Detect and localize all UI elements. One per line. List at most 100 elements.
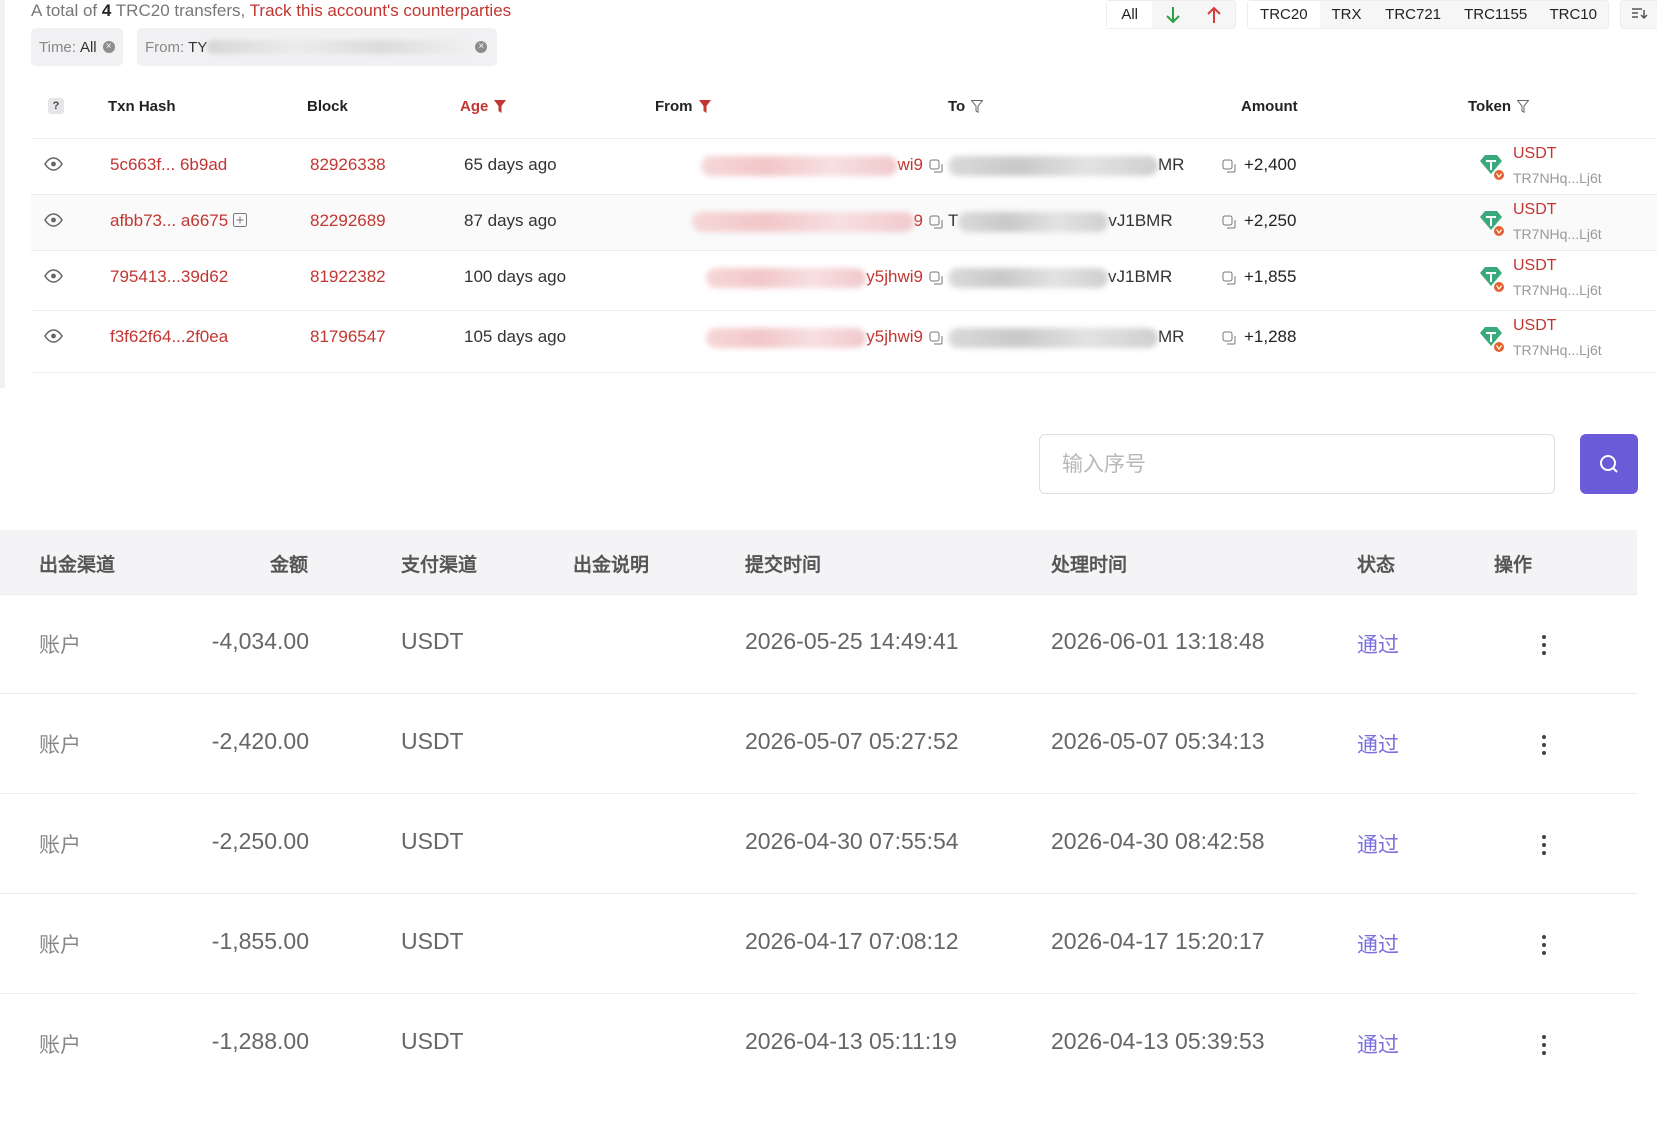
- table-row[interactable]: 5c663f... 6b9ad 82926338 65 days ago wi9…: [31, 138, 1657, 194]
- clear-time-filter-icon[interactable]: ×: [102, 41, 115, 53]
- expand-icon[interactable]: [232, 213, 247, 227]
- filter-active-icon[interactable]: [698, 100, 711, 113]
- direction-in[interactable]: [1152, 1, 1193, 28]
- payment-channel: USDT: [401, 1028, 464, 1054]
- col-to: To: [948, 98, 966, 115]
- copy-icon[interactable]: [929, 215, 944, 230]
- tab-trc10[interactable]: TRC10: [1538, 1, 1608, 28]
- block-number[interactable]: 81922382: [310, 267, 386, 287]
- amount: -2,420.00: [211, 728, 309, 754]
- from-address[interactable]: y5jhwi9: [649, 267, 923, 288]
- txn-hash[interactable]: 795413...39d62: [110, 267, 228, 287]
- filter-list-icon: [1632, 7, 1648, 19]
- tab-trc20[interactable]: TRC20: [1248, 1, 1320, 28]
- col-channel: 出金渠道: [39, 554, 116, 576]
- copy-icon[interactable]: [1222, 271, 1237, 286]
- from-filter-chip[interactable]: From: TY ×: [137, 28, 497, 66]
- processed-time: 2026-06-01 13:18:48: [1051, 628, 1265, 654]
- redacted-address: [948, 155, 1158, 176]
- arrow-down-icon: [1166, 6, 1180, 23]
- from-address[interactable]: wi9: [649, 155, 923, 176]
- filter-icon[interactable]: [971, 100, 984, 113]
- block-number[interactable]: 81796547: [310, 327, 386, 347]
- redacted-address: [691, 211, 914, 232]
- col-token: Token: [1468, 98, 1512, 115]
- column-settings-button[interactable]: [1620, 0, 1657, 29]
- copy-icon[interactable]: [1222, 215, 1237, 230]
- payment-channel: USDT: [401, 928, 464, 954]
- arrow-up-icon: [1207, 6, 1222, 23]
- amount: +2,400: [1244, 155, 1297, 174]
- more-actions-icon[interactable]: [1537, 825, 1551, 865]
- col-block: Block: [307, 98, 348, 115]
- redacted-address: [706, 327, 867, 348]
- summary-count: 4: [101, 1, 112, 20]
- processed-time: 2026-05-07 05:34:13: [1051, 728, 1265, 754]
- table-row[interactable]: afbb73... a6675 82292689 87 days ago 9 T…: [31, 194, 1657, 250]
- copy-icon[interactable]: [929, 159, 944, 174]
- token-name[interactable]: USDT: [1513, 145, 1557, 163]
- col-amount: 金额: [270, 554, 309, 576]
- from-address[interactable]: 9: [649, 211, 923, 232]
- clear-from-filter-icon[interactable]: ×: [475, 41, 488, 53]
- eye-icon[interactable]: [44, 329, 63, 343]
- redacted-address: [948, 267, 1108, 288]
- copy-icon[interactable]: [1222, 331, 1237, 346]
- copy-icon[interactable]: [929, 331, 944, 346]
- help-icon[interactable]: ?: [48, 98, 64, 114]
- block-number[interactable]: 82926338: [310, 155, 386, 175]
- direction-all[interactable]: All: [1107, 1, 1153, 28]
- tab-trx[interactable]: TRX: [1320, 1, 1374, 28]
- eye-icon[interactable]: [44, 269, 63, 283]
- copy-icon[interactable]: [929, 271, 944, 286]
- to-address[interactable]: TvJ1BMR: [948, 211, 1214, 232]
- token-type-tabs: TRC20 TRX TRC721 TRC1155 TRC10: [1247, 0, 1609, 29]
- col-txn-hash: Txn Hash: [108, 98, 176, 115]
- summary-prefix: A total of: [31, 1, 98, 20]
- txn-hash[interactable]: 5c663f... 6b9ad: [110, 155, 227, 175]
- from-address[interactable]: y5jhwi9: [649, 327, 923, 348]
- submitted-time: 2026-04-17 07:08:12: [745, 928, 959, 954]
- copy-icon[interactable]: [1222, 159, 1237, 174]
- col-status: 状态: [1357, 554, 1396, 576]
- more-actions-icon[interactable]: [1537, 625, 1551, 665]
- eye-icon[interactable]: [44, 213, 63, 227]
- filter-icon[interactable]: [1517, 100, 1530, 113]
- table-row[interactable]: f3f62f64...2f0ea 81796547 105 days ago y…: [31, 310, 1657, 366]
- table-row[interactable]: 795413...39d62 81922382 100 days ago y5j…: [31, 250, 1657, 306]
- track-counterparties-link[interactable]: Track this account's counterparties: [250, 1, 512, 20]
- to-address[interactable]: vJ1BMR: [948, 267, 1214, 288]
- col-age[interactable]: Age: [460, 98, 488, 115]
- serial-search-input[interactable]: [1039, 434, 1555, 494]
- more-actions-icon[interactable]: [1537, 925, 1551, 965]
- token-name[interactable]: USDT: [1513, 201, 1557, 219]
- filter-active-icon[interactable]: [494, 100, 507, 113]
- tab-trc1155[interactable]: TRC1155: [1453, 1, 1539, 28]
- tab-trc721[interactable]: TRC721: [1373, 1, 1453, 28]
- amount: -1,855.00: [211, 928, 309, 954]
- token-name[interactable]: USDT: [1513, 317, 1557, 335]
- submitted-time: 2026-05-07 05:27:52: [745, 728, 959, 754]
- status-badge: 通过: [1357, 933, 1399, 957]
- amount: -4,034.00: [211, 628, 309, 654]
- direction-filter: All: [1106, 0, 1236, 29]
- to-address[interactable]: MR: [948, 155, 1214, 176]
- time-filter-chip[interactable]: Time: All ×: [31, 28, 123, 66]
- search-button[interactable]: [1580, 434, 1638, 494]
- table-row: 账户 -1,855.00 USDT 2026-04-17 07:08:12 20…: [0, 894, 1637, 994]
- eye-icon[interactable]: [44, 157, 63, 171]
- time-filter-label: Time:: [39, 38, 76, 56]
- transfers-table-header: ? Txn Hash Block Age From To Amount Toke…: [0, 98, 1657, 124]
- token-contract: TR7NHq...Lj6t: [1513, 282, 1602, 298]
- transfers-summary: A total of 4 TRC20 transfers, Track this…: [31, 1, 511, 21]
- more-actions-icon[interactable]: [1537, 1025, 1551, 1065]
- block-number[interactable]: 82292689: [310, 211, 386, 231]
- processed-time: 2026-04-17 15:20:17: [1051, 928, 1265, 954]
- to-address[interactable]: MR: [948, 327, 1214, 348]
- table-divider: [31, 372, 1657, 373]
- more-actions-icon[interactable]: [1537, 725, 1551, 765]
- txn-hash[interactable]: afbb73... a6675: [110, 211, 247, 231]
- direction-out[interactable]: [1194, 1, 1235, 28]
- txn-hash[interactable]: f3f62f64...2f0ea: [110, 327, 228, 347]
- token-name[interactable]: USDT: [1513, 257, 1557, 275]
